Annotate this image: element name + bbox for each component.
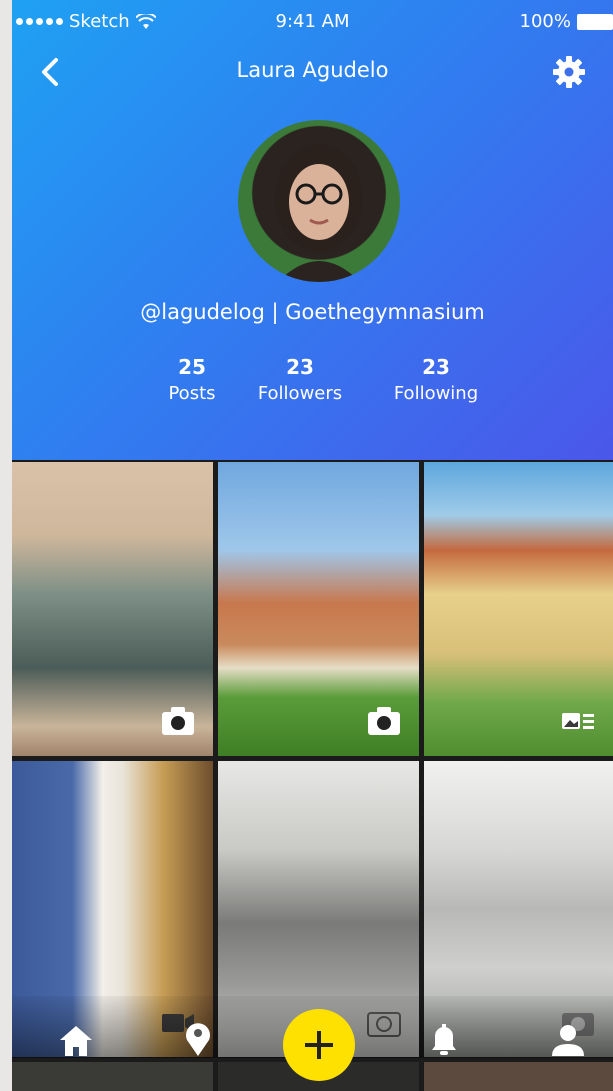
gallery-icon (562, 713, 594, 729)
profile-header: Sketch 9:41 AM 100% Laura Agudelo @lagud… (12, 0, 613, 460)
status-right: 100% (520, 11, 613, 32)
avatar[interactable] (238, 120, 400, 282)
camera-icon (368, 707, 400, 735)
home-icon[interactable] (56, 1018, 96, 1058)
nav-bar: Laura Agudelo (12, 52, 613, 92)
add-post-button[interactable] (283, 1009, 355, 1081)
page-title: Laura Agudelo (236, 58, 389, 82)
stat-following[interactable]: 23 Following (368, 355, 504, 404)
stat-label: Followers (257, 383, 343, 404)
plus-icon (305, 1031, 333, 1059)
stat-followers[interactable]: 23 Followers (232, 355, 368, 404)
stat-value: 25 (178, 355, 206, 379)
grid-tile-partial[interactable] (12, 1062, 213, 1091)
grid-tile-partial[interactable] (424, 1062, 613, 1091)
user-icon[interactable] (548, 1018, 588, 1058)
gear-icon[interactable] (551, 54, 587, 90)
stat-posts[interactable]: 25 Posts (152, 355, 232, 404)
map-pin-icon[interactable] (178, 1018, 218, 1058)
bell-icon[interactable] (424, 1018, 464, 1058)
status-bar: Sketch 9:41 AM 100% (12, 0, 613, 42)
stat-value: 23 (286, 355, 314, 379)
grid-tile-building[interactable] (424, 462, 613, 756)
stat-value: 23 (422, 355, 450, 379)
battery-icon (577, 13, 613, 30)
stat-label: Posts (168, 383, 216, 404)
battery-label: 100% (519, 11, 571, 32)
profile-handle: @lagudelog | Goethegymnasium (140, 300, 485, 324)
grid-tile-statue[interactable] (12, 462, 213, 756)
camera-icon (162, 707, 194, 735)
phone-screen: Sketch 9:41 AM 100% Laura Agudelo @lagud… (12, 0, 613, 1091)
avatar-portrait (275, 144, 363, 282)
stat-label: Following (393, 383, 479, 404)
profile-stats: 25 Posts 23 Followers 23 Following (152, 355, 504, 404)
grid-tile-tower[interactable] (218, 462, 419, 756)
